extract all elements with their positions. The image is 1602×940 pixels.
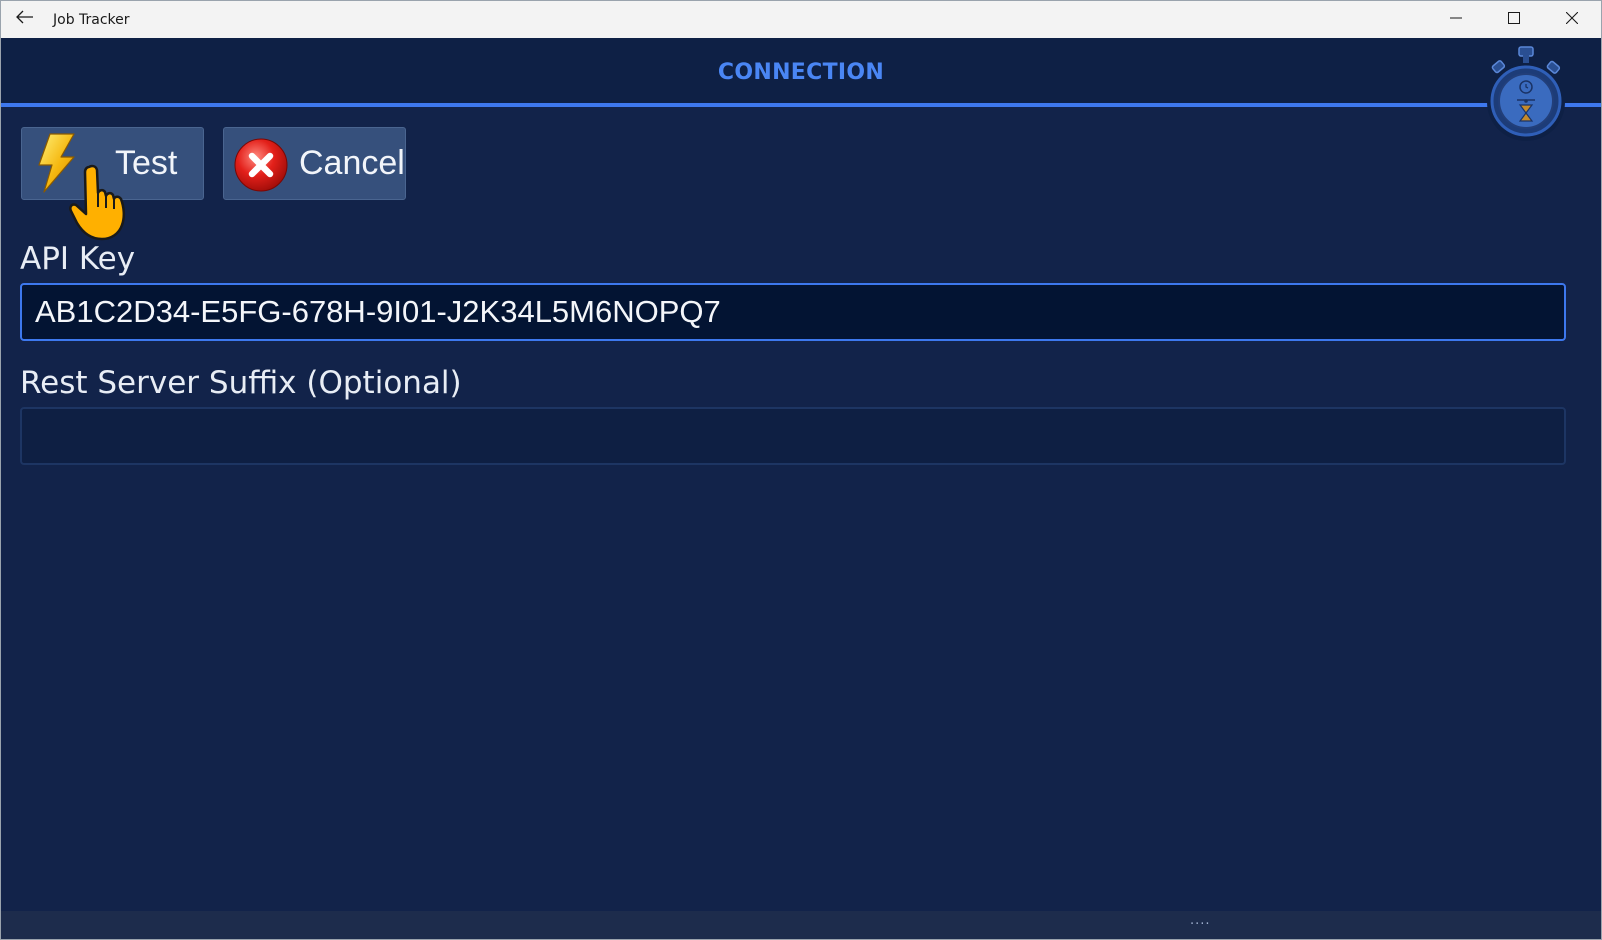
header-divider <box>1 103 1601 107</box>
maximize-button[interactable] <box>1485 1 1543 38</box>
api-key-input[interactable] <box>20 283 1566 341</box>
page-title: CONNECTION <box>717 60 885 85</box>
close-button[interactable] <box>1543 1 1601 38</box>
back-arrow-icon <box>16 10 34 29</box>
page-header: CONNECTION <box>1 38 1601 104</box>
back-button[interactable] <box>1 1 49 38</box>
cancel-x-icon <box>233 137 289 193</box>
more-options-button[interactable]: .... <box>1190 913 1211 928</box>
rest-server-suffix-label: Rest Server Suffix (Optional) <box>20 365 462 401</box>
stopwatch-icon <box>1485 43 1567 143</box>
hand-cursor-icon <box>69 163 135 241</box>
close-icon <box>1565 11 1579 29</box>
cancel-button[interactable]: Cancel <box>223 127 406 200</box>
minimize-button[interactable] <box>1427 1 1485 38</box>
title-bar: Job Tracker <box>1 1 1601 38</box>
bottom-app-bar: .... <box>1 911 1601 939</box>
rest-server-suffix-input[interactable] <box>20 407 1566 465</box>
cancel-button-label: Cancel <box>299 144 405 182</box>
app-window: Job Tracker CONNECTION Test Cancel API K… <box>0 0 1602 940</box>
maximize-icon <box>1508 11 1520 29</box>
api-key-label: API Key <box>20 241 136 277</box>
minimize-icon <box>1450 11 1462 29</box>
window-controls <box>1427 1 1601 38</box>
window-title: Job Tracker <box>53 11 130 28</box>
